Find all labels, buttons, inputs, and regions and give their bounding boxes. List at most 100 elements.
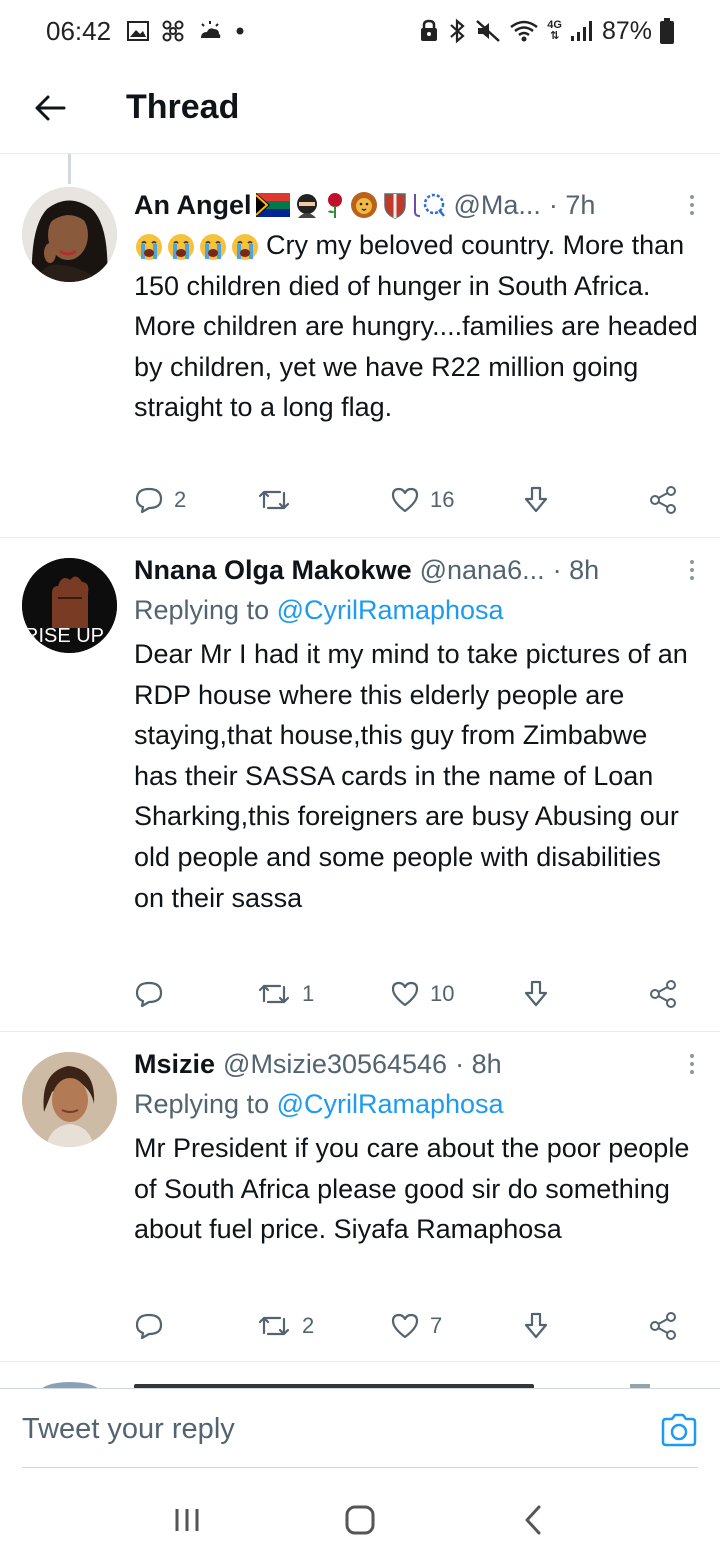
page-title: Thread — [126, 88, 240, 126]
partial-tweet[interactable] — [0, 1362, 720, 1388]
loudly-crying-face-icon — [168, 233, 194, 260]
pinwheel-icon — [161, 18, 185, 44]
retweet-icon — [258, 490, 290, 510]
recent-apps-icon — [175, 1509, 199, 1531]
share-button[interactable] — [648, 1311, 678, 1341]
more-options-icon[interactable] — [686, 560, 698, 580]
crying-emojis — [134, 232, 260, 262]
tweet[interactable]: RISE UP Nnana Olga Makokwe @nana6... · 8… — [0, 538, 720, 1032]
camera-button[interactable] — [660, 1413, 698, 1452]
bookmark-button[interactable] — [522, 1311, 550, 1341]
retweet-button[interactable] — [256, 487, 302, 513]
back-button[interactable] — [0, 62, 100, 154]
mention-link[interactable]: @CyrilRamaphosa — [277, 595, 504, 625]
wifi-icon — [509, 18, 539, 44]
bluetooth-icon — [447, 18, 467, 44]
status-time: 06:42 — [46, 15, 112, 46]
avatar[interactable]: RISE UP — [22, 558, 117, 653]
camera-icon — [661, 1413, 697, 1447]
tweet-time[interactable]: · 8h — [553, 555, 600, 586]
download-icon — [524, 1312, 548, 1339]
share-icon — [650, 1312, 676, 1340]
tweet-actions: 1 10 — [134, 974, 690, 1014]
system-nav-bar — [0, 1480, 720, 1560]
tweet-text: Mr President if you care about the poor … — [134, 1133, 690, 1245]
avatar[interactable] — [22, 187, 117, 282]
reply-input[interactable]: Tweet your reply — [22, 1413, 235, 1446]
more-options-icon[interactable] — [686, 1054, 698, 1074]
tweet-actions: 2 16 — [134, 480, 690, 520]
author-name[interactable]: Nnana Olga Makokwe — [134, 555, 412, 586]
signal-icon — [570, 18, 594, 44]
share-icon — [650, 980, 676, 1008]
status-bar: 06:42 4G ⇅ 87% — [0, 0, 720, 62]
replying-to: Replying to @CyrilRamaphosa — [134, 590, 698, 630]
download-icon — [524, 980, 548, 1007]
lion-icon — [350, 192, 377, 218]
reply-button[interactable] — [134, 980, 174, 1008]
author-handle[interactable]: @Msizie30564546 — [223, 1049, 447, 1080]
retweet-count: 1 — [302, 981, 315, 1006]
reply-button[interactable]: 2 — [134, 486, 186, 514]
retweet-button[interactable]: 1 — [256, 981, 314, 1007]
gallery-icon — [127, 18, 150, 44]
reply-button[interactable] — [134, 1312, 174, 1340]
reply-icon — [135, 487, 163, 514]
reply-input-underline — [22, 1467, 698, 1468]
tweet-time[interactable]: · 8h — [455, 1049, 502, 1080]
system-back-button[interactable] — [503, 1490, 563, 1550]
author-handle[interactable]: @nana6... — [420, 555, 545, 586]
battery-percent: 87% — [601, 16, 652, 45]
share-button[interactable] — [648, 485, 678, 515]
reply-count: 2 — [174, 487, 187, 512]
author-handle[interactable]: @Ma... — [454, 190, 541, 221]
prayer-beads-icon — [413, 193, 445, 217]
dot-icon — [235, 18, 245, 44]
tweet-text-container: Cry my beloved country. More than 150 ch… — [134, 225, 698, 428]
network-type-icon: 4G ⇅ — [547, 19, 562, 42]
share-button[interactable] — [648, 979, 678, 1009]
like-count: 7 — [430, 1313, 443, 1338]
like-button[interactable]: 7 — [390, 1312, 442, 1340]
chevron-left-icon — [525, 1505, 541, 1535]
heart-icon — [391, 1313, 419, 1339]
like-button[interactable]: 16 — [390, 486, 454, 514]
tweet[interactable]: An Angel @Ma... · 7h Cry my beloved coun… — [0, 155, 720, 538]
author-name[interactable]: An Angel — [134, 190, 252, 221]
retweet-button[interactable]: 2 — [256, 1313, 314, 1339]
tweet-text: Dear Mr I had it my mind to take picture… — [134, 639, 688, 913]
loudly-crying-face-icon — [200, 233, 226, 260]
south-africa-flag-icon — [255, 193, 290, 217]
recent-apps-button[interactable] — [157, 1490, 217, 1550]
retweet-icon — [258, 1316, 290, 1336]
reply-icon — [135, 1313, 163, 1340]
mention-link[interactable]: @CyrilRamaphosa — [277, 1089, 504, 1119]
like-count: 10 — [430, 981, 455, 1006]
bookmark-button[interactable] — [522, 485, 550, 515]
flag-emojis — [255, 191, 446, 219]
battery-icon — [660, 18, 674, 44]
home-button[interactable] — [330, 1490, 390, 1550]
bookmark-button[interactable] — [522, 979, 550, 1009]
tweet-time[interactable]: · 7h — [549, 190, 596, 221]
author-name[interactable]: Msizie — [134, 1049, 215, 1080]
download-icon — [524, 486, 548, 513]
weather-icon — [197, 18, 223, 44]
like-count: 16 — [430, 487, 455, 512]
share-icon — [650, 486, 676, 514]
shield-icon — [383, 193, 406, 219]
replying-to: Replying to @CyrilRamaphosa — [134, 1084, 698, 1124]
loudly-crying-face-icon — [232, 233, 258, 260]
lock-icon — [419, 18, 439, 44]
heart-icon — [391, 487, 419, 513]
tweet[interactable]: Msizie @Msizie30564546 · 8h Replying to … — [0, 1032, 720, 1362]
retweet-icon — [258, 984, 290, 1004]
like-button[interactable]: 10 — [390, 980, 454, 1008]
rose-icon — [327, 193, 342, 218]
app-header: Thread — [0, 62, 720, 154]
more-options-icon[interactable] — [686, 195, 698, 215]
avatar[interactable] — [22, 1052, 117, 1147]
loudly-crying-face-icon — [136, 233, 162, 260]
mute-icon — [475, 18, 501, 44]
tweet-actions: 2 7 — [134, 1306, 690, 1346]
